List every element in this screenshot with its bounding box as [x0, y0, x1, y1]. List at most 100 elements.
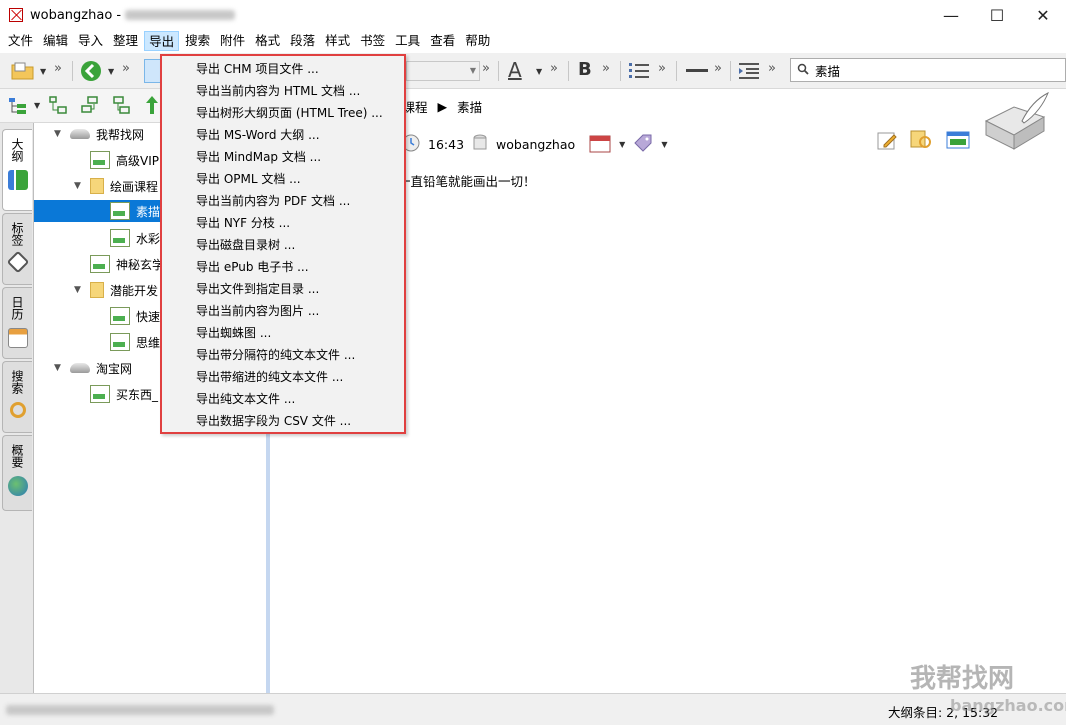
outline-dropdown-icon[interactable]: ▼ — [34, 101, 40, 110]
editor-tools — [876, 129, 970, 154]
tab-tags[interactable]: 标签 — [2, 213, 32, 285]
find-replace-icon[interactable] — [910, 129, 934, 154]
back-dropdown-icon[interactable]: ▼ — [108, 67, 114, 76]
search-input[interactable] — [815, 62, 1035, 78]
overflow-icon[interactable]: » — [658, 61, 666, 76]
font-size-select[interactable]: ▼ — [406, 61, 480, 81]
menu-tools[interactable]: 工具 — [391, 31, 424, 51]
tag-icon — [6, 250, 29, 274]
folder-icon — [90, 178, 104, 194]
maximize-button[interactable]: ☐ — [974, 0, 1020, 30]
export-pdf-item[interactable]: 导出当前内容为 PDF 文档 ... — [196, 190, 350, 212]
note-info: 16:43 wobangzhao ▼ ▼ — [402, 133, 667, 156]
export-chm-item[interactable]: 导出 CHM 项目文件 ... — [196, 58, 319, 80]
menu-bookmark[interactable]: 书签 — [356, 31, 389, 51]
font-color-icon[interactable]: A — [508, 58, 522, 82]
export-image-item[interactable]: 导出当前内容为图片 ... — [196, 300, 319, 322]
export-csv-item[interactable]: 导出数据字段为 CSV 文件 ... — [196, 410, 351, 432]
horizontal-rule-icon[interactable] — [686, 69, 708, 72]
tree-item[interactable]: 思维 — [110, 331, 160, 353]
export-disk-tree-item[interactable]: 导出磁盘目录树 ... — [196, 234, 295, 256]
export-html-tree-item[interactable]: 导出树形大纲页面 (HTML Tree) ... — [196, 102, 383, 124]
edit-pencil-icon[interactable] — [876, 129, 898, 154]
export-mindmap-item[interactable]: 导出 MindMap 文档 ... — [196, 146, 321, 168]
tree-item[interactable]: 水彩 — [110, 227, 160, 249]
back-icon[interactable] — [80, 60, 102, 82]
menu-help[interactable]: 帮助 — [461, 31, 494, 51]
tree-item[interactable]: ▼ 绘画课程 — [74, 175, 158, 197]
tab-outline[interactable]: 大纲 — [2, 129, 32, 211]
export-files-to-dir-item[interactable]: 导出文件到指定目录 ... — [196, 278, 319, 300]
open-dropdown-icon[interactable]: ▼ — [40, 67, 46, 76]
tree-item[interactable]: 快速 — [110, 305, 160, 327]
menu-export[interactable]: 导出 — [144, 31, 180, 51]
overflow-icon[interactable]: » — [54, 61, 62, 76]
overflow-icon[interactable]: » — [482, 61, 490, 76]
export-word-item[interactable]: 导出 MS-Word 大纲 ... — [196, 124, 320, 146]
menu-edit[interactable]: 编辑 — [39, 31, 72, 51]
tree-item[interactable]: ▼ 我帮找网 — [54, 123, 144, 145]
export-menu-dropdown: 导出 CHM 项目文件 ... 导出当前内容为 HTML 文档 ... 导出树形… — [160, 54, 406, 434]
menu-organize[interactable]: 整理 — [109, 31, 142, 51]
menu-paragraph[interactable]: 段落 — [286, 31, 319, 51]
numbered-list-icon[interactable] — [628, 61, 650, 81]
font-color-dropdown-icon[interactable]: ▼ — [536, 67, 542, 76]
outline-view-icon[interactable] — [8, 96, 28, 116]
menu-file[interactable]: 文件 — [4, 31, 37, 51]
chevron-down-icon[interactable]: ▼ — [54, 363, 64, 373]
tree-item[interactable]: 神秘玄学 — [90, 253, 164, 275]
note-body-text[interactable]: 一直铅笔就能画出一切！ — [398, 171, 536, 190]
menu-view[interactable]: 查看 — [426, 31, 459, 51]
menu-attachment[interactable]: 附件 — [216, 31, 249, 51]
overflow-icon[interactable]: » — [550, 61, 558, 76]
tree-item[interactable]: 买东西_ — [90, 383, 158, 405]
overflow-icon[interactable]: » — [122, 61, 130, 76]
chevron-down-icon[interactable]: ▼ — [54, 129, 64, 139]
close-button[interactable]: ✕ — [1020, 0, 1066, 30]
tag-icon[interactable] — [633, 133, 653, 156]
move-up-icon[interactable] — [144, 94, 160, 116]
search-field[interactable] — [790, 58, 1066, 82]
open-folder-icon[interactable] — [10, 59, 36, 83]
export-epub-item[interactable]: 导出 ePub 电子书 ... — [196, 256, 309, 278]
tree-item[interactable]: ▼ 淘宝网 — [54, 357, 132, 379]
chevron-down-icon[interactable]: ▼ — [74, 181, 84, 191]
menu-import[interactable]: 导入 — [74, 31, 107, 51]
menu-bar: 文件 编辑 导入 整理 导出 搜索 附件 格式 段落 样式 书签 工具 查看 帮… — [0, 30, 1066, 52]
calendar-icon[interactable] — [589, 133, 611, 156]
export-html-item[interactable]: 导出当前内容为 HTML 文档 ... — [196, 80, 360, 102]
add-sibling-icon[interactable] — [80, 95, 100, 115]
window-view-icon[interactable] — [946, 129, 970, 154]
bold-button[interactable]: B — [578, 59, 592, 80]
chevron-down-icon[interactable]: ▼ — [74, 285, 84, 295]
export-indented-text-item[interactable]: 导出带缩进的纯文本文件 ... — [196, 366, 343, 388]
tab-search[interactable]: 搜索 — [2, 361, 32, 433]
minimize-button[interactable]: — — [928, 0, 974, 30]
breadcrumb-current[interactable]: 素描 — [457, 97, 482, 116]
export-opml-item[interactable]: 导出 OPML 文档 ... — [196, 168, 301, 190]
add-parent-icon[interactable] — [112, 95, 132, 115]
overflow-icon[interactable]: » — [602, 61, 610, 76]
tag-dropdown-icon[interactable]: ▼ — [661, 140, 667, 149]
menu-search[interactable]: 搜索 — [181, 31, 214, 51]
outline-tab-icon — [7, 170, 28, 190]
magnifier-icon — [9, 402, 26, 418]
export-plain-text-item[interactable]: 导出纯文本文件 ... — [196, 388, 295, 410]
drive-icon — [70, 363, 90, 373]
tree-item[interactable]: 高级VIP — [90, 149, 159, 171]
watermark-url: bangzhao.com — [950, 696, 1066, 715]
overflow-icon[interactable]: » — [714, 61, 722, 76]
add-child-icon[interactable] — [48, 95, 68, 115]
indent-icon[interactable] — [738, 61, 760, 81]
export-spider-item[interactable]: 导出蜘蛛图 ... — [196, 322, 271, 344]
tree-item[interactable]: ▼ 潜能开发 — [74, 279, 158, 301]
export-delimited-text-item[interactable]: 导出带分隔符的纯文本文件 ... — [196, 344, 355, 366]
menu-style[interactable]: 样式 — [321, 31, 354, 51]
tab-calendar[interactable]: 日历 — [2, 287, 32, 359]
menu-format[interactable]: 格式 — [251, 31, 284, 51]
note-icon — [90, 385, 110, 403]
calendar-dropdown-icon[interactable]: ▼ — [619, 140, 625, 149]
tab-overview[interactable]: 概要 — [2, 435, 32, 511]
overflow-icon[interactable]: » — [768, 61, 776, 76]
export-nyf-item[interactable]: 导出 NYF 分枝 ... — [196, 212, 290, 234]
